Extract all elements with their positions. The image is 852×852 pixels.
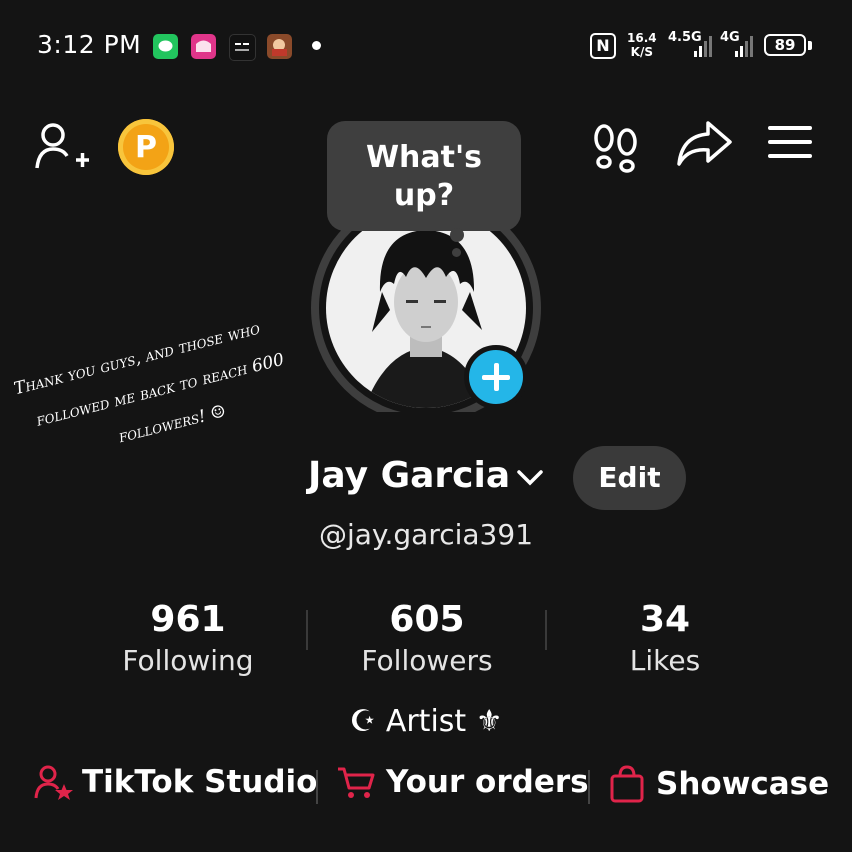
stat-followers[interactable]: 605 Followers <box>307 598 547 680</box>
coin-label: P <box>135 129 157 165</box>
menu-button[interactable] <box>764 122 816 162</box>
studio-icon <box>34 765 73 800</box>
signal-icon-1 <box>694 36 712 57</box>
following-count: 961 <box>150 599 226 640</box>
line-icon <box>153 34 178 59</box>
your-orders-label: Your orders <box>386 764 589 800</box>
profile-name[interactable]: Jay Garcia <box>308 455 510 496</box>
likes-count: 34 <box>639 599 691 640</box>
bubble-line-1: What's <box>365 140 483 175</box>
chevron-down-icon[interactable] <box>516 465 544 489</box>
quick-divider <box>316 770 318 804</box>
showcase-link[interactable]: Showcase <box>608 764 829 804</box>
network-speed-value: 16.4 <box>627 31 657 45</box>
your-orders-link[interactable]: Your orders <box>336 764 589 800</box>
likes-label: Likes <box>629 644 701 677</box>
share-profile-button[interactable] <box>674 118 734 170</box>
edit-profile-button[interactable]: Edit <box>573 446 686 510</box>
status-bubble[interactable]: What's up? <box>327 121 521 231</box>
cart-icon <box>338 767 375 798</box>
nfc-icon: N <box>590 33 616 59</box>
ai-app-icon <box>229 34 256 61</box>
footprints-icon <box>594 124 637 173</box>
battery-indicator: 89 <box>764 34 806 56</box>
profile-bio: ☪ Artist ⚜ <box>349 704 503 739</box>
network-speed: 16.4 K/S <box>627 31 657 59</box>
showcase-label: Showcase <box>656 766 830 802</box>
profile-note: Thank you guys, and those who followed m… <box>10 295 347 477</box>
bubble-tail-small <box>452 248 461 257</box>
lazada-icon <box>191 34 216 59</box>
followers-count: 605 <box>389 599 465 640</box>
nfc-label: N <box>596 36 610 55</box>
stat-likes[interactable]: 34 Likes <box>545 598 785 680</box>
username-handle: @jay.garcia391 <box>318 518 534 551</box>
profile-views-button[interactable] <box>590 120 642 174</box>
battery-tip <box>808 41 812 50</box>
coins-button[interactable]: P <box>118 119 174 175</box>
share-arrow-icon <box>677 121 732 166</box>
status-time: 3:12 PM <box>37 30 142 59</box>
bag-icon <box>610 765 644 803</box>
bubble-tail <box>450 228 464 242</box>
stat-following[interactable]: 961 Following <box>68 598 308 680</box>
tiktok-studio-link[interactable]: TikTok Studio <box>34 764 317 800</box>
game-icon <box>267 34 292 59</box>
add-story-button[interactable] <box>464 345 528 409</box>
network-speed-unit: K/S <box>630 45 653 59</box>
following-label: Following <box>122 644 254 677</box>
add-friend-icon <box>35 123 89 169</box>
add-friend-button[interactable] <box>33 118 93 174</box>
signal-icon-2 <box>735 36 753 57</box>
more-notifications-dot <box>312 41 321 50</box>
hamburger-menu-icon <box>768 126 812 158</box>
tiktok-studio-label: TikTok Studio <box>82 764 318 800</box>
followers-label: Followers <box>361 644 493 677</box>
quick-divider <box>588 770 590 804</box>
bubble-line-2: up? <box>393 178 455 213</box>
plus-icon <box>482 363 510 391</box>
